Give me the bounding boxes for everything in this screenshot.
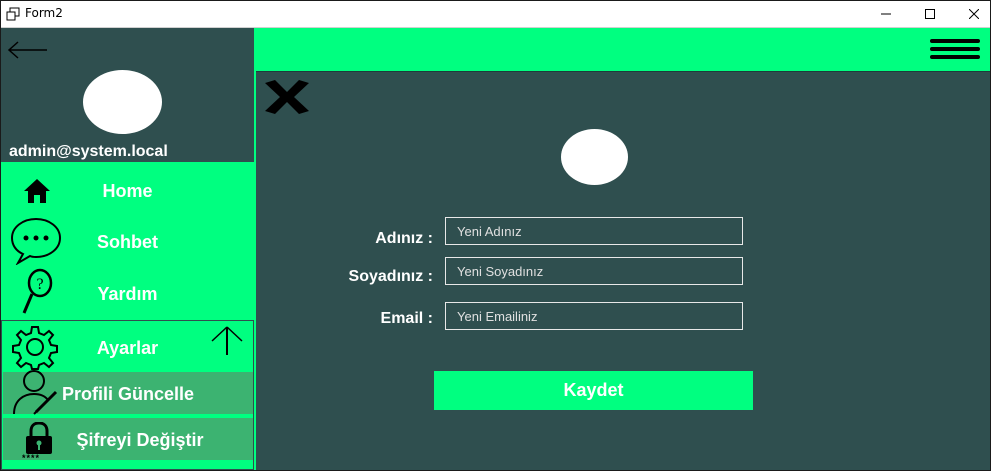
close-window-button[interactable] <box>951 1 991 27</box>
sidebar: admin@system.local Home Sohbet ? Yardım … <box>1 28 256 470</box>
main-panel: Adınız : Soyadınız : Email : Kaydet <box>256 28 990 470</box>
nav-item-sohbet[interactable]: Sohbet <box>1 215 254 265</box>
app-window: Form2 admin@system.local Home Sohbet ? Y… <box>0 0 991 471</box>
back-arrow-icon[interactable] <box>7 40 49 60</box>
maximize-button[interactable] <box>907 1 953 27</box>
nav-label-home: Home <box>102 181 153 201</box>
window-title: Form2 <box>25 6 63 20</box>
nav-item-home[interactable]: Home <box>1 165 254 215</box>
minimize-icon <box>881 13 891 15</box>
nav-item-ayarlar[interactable]: Ayarlar <box>1 321 254 371</box>
first-name-input[interactable] <box>445 217 743 245</box>
hamburger-menu-icon[interactable] <box>930 39 980 61</box>
sub-label-profili-guncelle: Profili Güncelle <box>61 384 195 404</box>
email-label: Email : <box>380 310 433 327</box>
profile-avatar <box>561 129 628 185</box>
email-input[interactable] <box>445 302 743 330</box>
last-name-label: Soyadınız : <box>348 268 433 285</box>
sub-item-profili-guncelle[interactable]: Profili Güncelle <box>3 370 253 415</box>
nav-menu: Home Sohbet ? Yardım Ayarlar Profili Gün… <box>1 162 254 470</box>
nav-label-yardim: Yardım <box>97 284 158 304</box>
sidebar-avatar <box>83 70 162 134</box>
sub-item-sifreyi-degistir[interactable]: **** Şifreyi Değiştir <box>3 418 253 463</box>
maximize-icon <box>925 9 935 19</box>
save-button[interactable]: Kaydet <box>434 371 753 410</box>
sub-label-sifreyi-degistir: Şifreyi Değiştir <box>76 430 204 450</box>
nav-item-yardim[interactable]: ? Yardım <box>1 266 254 316</box>
close-icon <box>969 9 979 19</box>
collapse-arrow-icon[interactable] <box>208 325 246 357</box>
settings-group: Ayarlar Profili Güncelle **** Şifreyi De… <box>1 320 254 470</box>
nav-label-sohbet: Sohbet <box>97 232 158 252</box>
title-bar: Form2 <box>1 1 990 28</box>
top-bar <box>256 28 990 72</box>
first-name-label: Adınız : <box>375 230 433 247</box>
password-mask-text: **** <box>22 453 41 463</box>
last-name-input[interactable] <box>445 257 743 285</box>
user-email: admin@system.local <box>9 143 168 160</box>
minimize-button[interactable] <box>863 1 909 27</box>
window-restore-icon <box>6 7 20 21</box>
close-panel-icon[interactable] <box>263 79 311 115</box>
